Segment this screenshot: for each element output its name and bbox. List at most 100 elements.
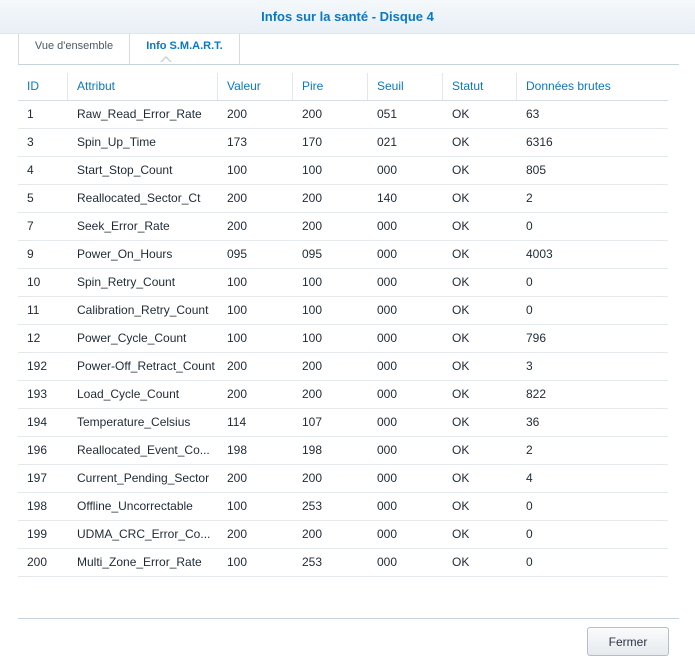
cell-threshold: 000 bbox=[377, 443, 398, 457]
cell-raw-data: 3 bbox=[526, 359, 533, 373]
table-row[interactable]: 197 Current_Pending_Sector 200 200 000 OK 4 bbox=[18, 465, 668, 493]
tab-smart-info[interactable]: Info S.M.A.R.T. bbox=[130, 34, 240, 64]
cell-status: OK bbox=[452, 275, 470, 289]
cell-attribute: Power_On_Hours bbox=[77, 247, 173, 261]
cell-value: 200 bbox=[227, 359, 248, 373]
cell-raw-data: 0 bbox=[526, 527, 533, 541]
cell-value: 173 bbox=[227, 135, 248, 149]
smart-table: ID Attribut Valeur Pire Seuil Statut Don… bbox=[18, 73, 668, 577]
cell-value: 100 bbox=[227, 499, 248, 513]
cell-id: 198 bbox=[27, 499, 48, 513]
cell-id: 10 bbox=[27, 275, 41, 289]
table-row[interactable]: 5 Reallocated_Sector_Ct 200 200 140 OK 2 bbox=[18, 185, 668, 213]
cell-worst: 100 bbox=[302, 303, 323, 317]
cell-id: 194 bbox=[27, 415, 48, 429]
column-header-attribute[interactable]: Attribut bbox=[68, 73, 218, 100]
cell-threshold: 000 bbox=[377, 359, 398, 373]
cell-id: 192 bbox=[27, 359, 48, 373]
cell-attribute: Temperature_Celsius bbox=[77, 415, 191, 429]
table-row[interactable]: 196 Reallocated_Event_Co... 198 198 000 OK 2 bbox=[18, 437, 668, 465]
cell-value: 100 bbox=[227, 303, 248, 317]
cell-worst: 253 bbox=[302, 499, 323, 513]
cell-threshold: 051 bbox=[377, 107, 398, 121]
table-header-row: ID Attribut Valeur Pire Seuil Statut Don… bbox=[18, 73, 668, 101]
cell-attribute: Offline_Uncorrectable bbox=[77, 499, 193, 513]
cell-attribute: Seek_Error_Rate bbox=[77, 219, 170, 233]
tab-bar: Vue d'ensemble Info S.M.A.R.T. bbox=[18, 34, 679, 65]
cell-attribute: Calibration_Retry_Count bbox=[77, 303, 209, 317]
table-row[interactable]: 194 Temperature_Celsius 114 107 000 OK 36 bbox=[18, 409, 668, 437]
cell-value: 100 bbox=[227, 163, 248, 177]
cell-threshold: 000 bbox=[377, 499, 398, 513]
cell-worst: 100 bbox=[302, 275, 323, 289]
cell-worst: 200 bbox=[302, 219, 323, 233]
cell-id: 11 bbox=[27, 303, 40, 317]
cell-id: 9 bbox=[27, 247, 34, 261]
cell-worst: 170 bbox=[302, 135, 323, 149]
active-tab-indicator-fill bbox=[161, 58, 171, 63]
cell-id: 197 bbox=[27, 471, 48, 485]
cell-raw-data: 805 bbox=[526, 163, 547, 177]
cell-threshold: 000 bbox=[377, 555, 398, 569]
table-row[interactable]: 10 Spin_Retry_Count 100 100 000 OK 0 bbox=[18, 269, 668, 297]
close-button[interactable]: Fermer bbox=[587, 627, 669, 656]
cell-id: 12 bbox=[27, 331, 41, 345]
cell-worst: 095 bbox=[302, 247, 323, 261]
cell-attribute: Multi_Zone_Error_Rate bbox=[77, 555, 202, 569]
cell-raw-data: 822 bbox=[526, 387, 547, 401]
cell-raw-data: 0 bbox=[526, 555, 533, 569]
table-row[interactable]: 198 Offline_Uncorrectable 100 253 000 OK 0 bbox=[18, 493, 668, 521]
tab-overview[interactable]: Vue d'ensemble bbox=[18, 34, 130, 64]
cell-threshold: 000 bbox=[377, 387, 398, 401]
cell-attribute: Power-Off_Retract_Count bbox=[77, 359, 215, 373]
table-row[interactable]: 11 Calibration_Retry_Count 100 100 000 OK 0 bbox=[18, 297, 668, 325]
cell-worst: 200 bbox=[302, 387, 323, 401]
cell-worst: 200 bbox=[302, 359, 323, 373]
cell-raw-data: 0 bbox=[526, 219, 533, 233]
cell-threshold: 000 bbox=[377, 219, 398, 233]
table-row[interactable]: 200 Multi_Zone_Error_Rate 100 253 000 OK 0 bbox=[18, 549, 668, 577]
cell-attribute: Spin_Up_Time bbox=[77, 135, 156, 149]
cell-value: 200 bbox=[227, 107, 248, 121]
cell-id: 193 bbox=[27, 387, 48, 401]
cell-status: OK bbox=[452, 359, 470, 373]
cell-attribute: Spin_Retry_Count bbox=[77, 275, 176, 289]
cell-attribute: Reallocated_Event_Co... bbox=[77, 443, 210, 457]
cell-threshold: 021 bbox=[377, 135, 398, 149]
cell-attribute: Start_Stop_Count bbox=[77, 163, 173, 177]
cell-worst: 253 bbox=[302, 555, 323, 569]
table-row[interactable]: 12 Power_Cycle_Count 100 100 000 OK 796 bbox=[18, 325, 668, 353]
cell-status: OK bbox=[452, 163, 470, 177]
table-row[interactable]: 199 UDMA_CRC_Error_Co... 200 200 000 OK 0 bbox=[18, 521, 668, 549]
cell-status: OK bbox=[452, 247, 470, 261]
cell-value: 198 bbox=[227, 443, 248, 457]
table-row[interactable]: 192 Power-Off_Retract_Count 200 200 000 OK 3 bbox=[18, 353, 668, 381]
table-row[interactable]: 9 Power_On_Hours 095 095 000 OK 4003 bbox=[18, 241, 668, 269]
cell-threshold: 000 bbox=[377, 163, 398, 177]
column-header-status[interactable]: Statut bbox=[443, 73, 517, 100]
cell-value: 100 bbox=[227, 555, 248, 569]
cell-id: 200 bbox=[27, 555, 48, 569]
cell-value: 114 bbox=[227, 415, 247, 429]
cell-worst: 100 bbox=[302, 331, 323, 345]
cell-value: 100 bbox=[227, 331, 248, 345]
table-row[interactable]: 4 Start_Stop_Count 100 100 000 OK 805 bbox=[18, 157, 668, 185]
table-row[interactable]: 3 Spin_Up_Time 173 170 021 OK 6316 bbox=[18, 129, 668, 157]
cell-raw-data: 2 bbox=[526, 443, 533, 457]
cell-status: OK bbox=[452, 219, 470, 233]
table-row[interactable]: 7 Seek_Error_Rate 200 200 000 OK 0 bbox=[18, 213, 668, 241]
cell-status: OK bbox=[452, 135, 470, 149]
footer-divider bbox=[18, 618, 679, 619]
table-row[interactable]: 1 Raw_Read_Error_Rate 200 200 051 OK 63 bbox=[18, 101, 668, 129]
cell-threshold: 000 bbox=[377, 331, 398, 345]
column-header-threshold[interactable]: Seuil bbox=[368, 73, 443, 100]
cell-raw-data: 2 bbox=[526, 191, 533, 205]
cell-raw-data: 4 bbox=[526, 471, 533, 485]
cell-status: OK bbox=[452, 555, 470, 569]
table-row[interactable]: 193 Load_Cycle_Count 200 200 000 OK 822 bbox=[18, 381, 668, 409]
column-header-raw-data[interactable]: Données brutes bbox=[517, 73, 668, 100]
column-header-id[interactable]: ID bbox=[18, 73, 68, 100]
column-header-worst[interactable]: Pire bbox=[293, 73, 368, 100]
column-header-value[interactable]: Valeur bbox=[218, 73, 293, 100]
dialog-title-bar: Infos sur la santé - Disque 4 bbox=[0, 0, 695, 34]
